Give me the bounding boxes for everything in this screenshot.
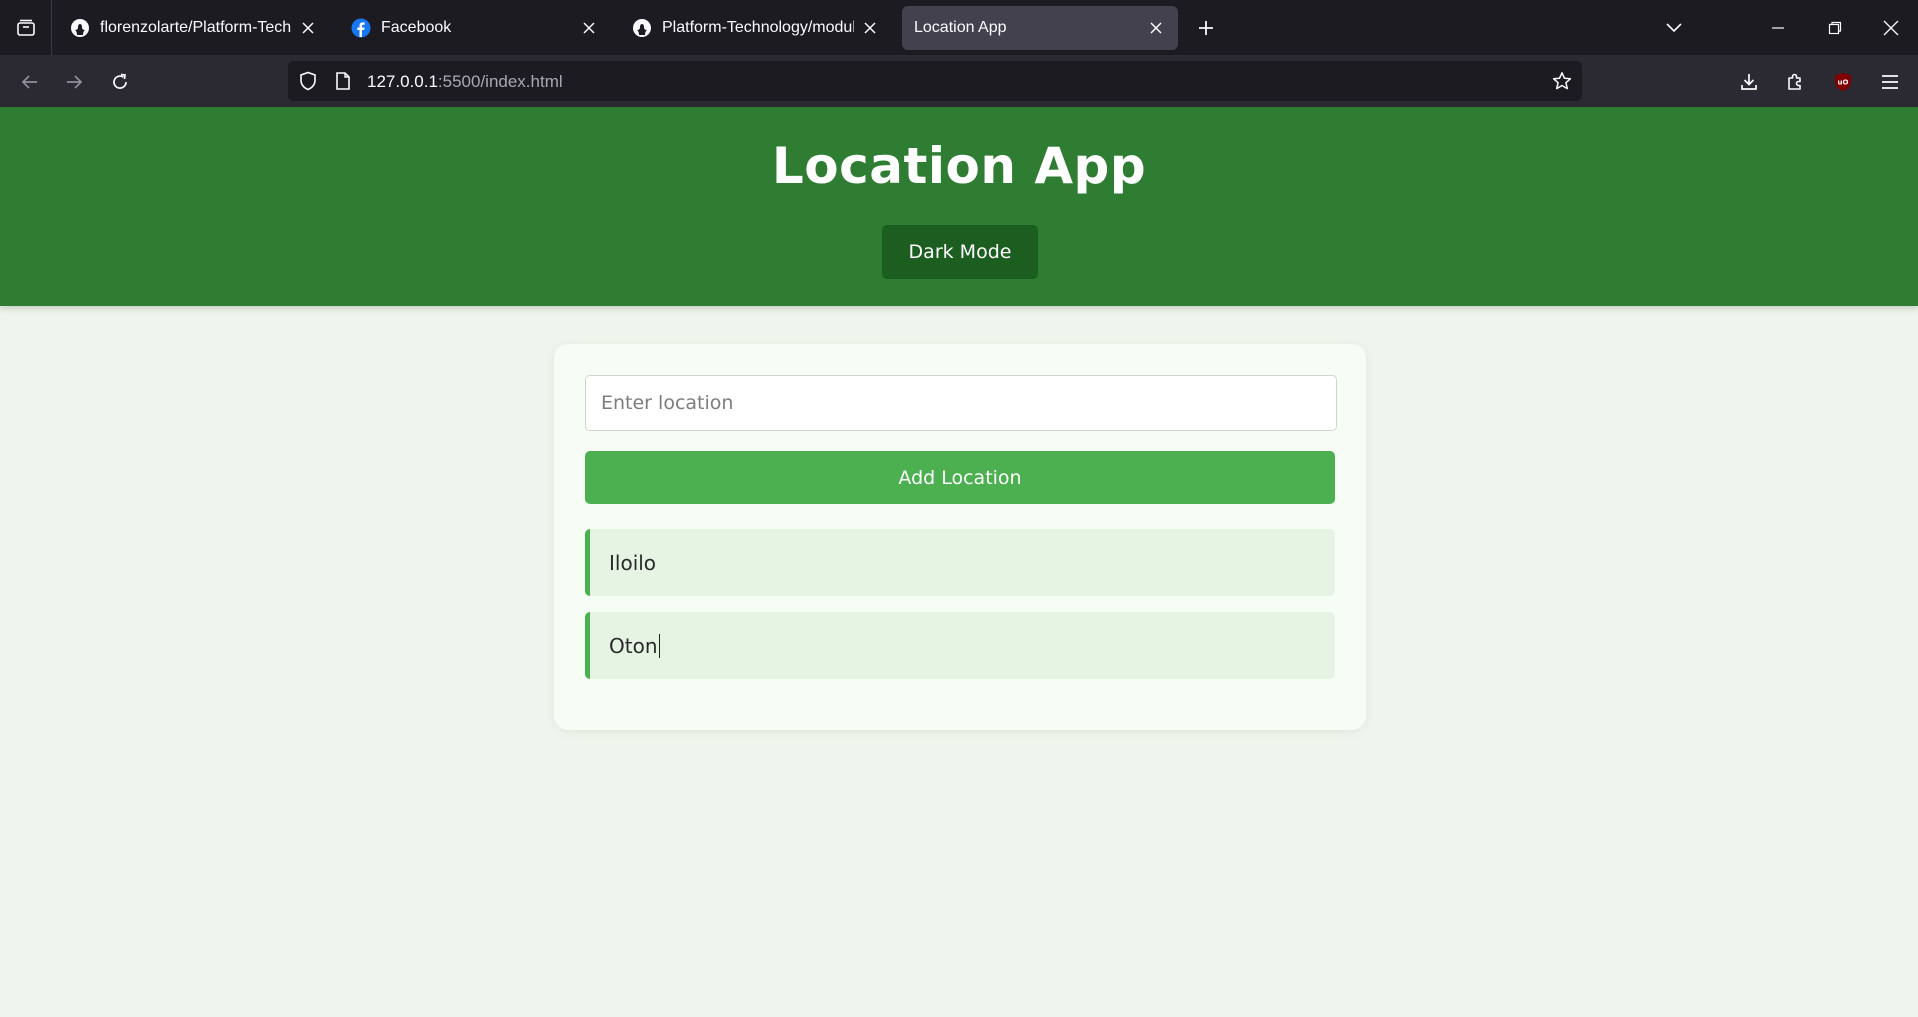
url-text[interactable]: 127.0.0.1:5500/index.html	[367, 72, 563, 92]
page-info-icon[interactable]	[333, 71, 353, 91]
close-icon[interactable]	[860, 18, 880, 38]
url-host: 127.0.0.1	[367, 72, 438, 91]
address-bar[interactable]: 127.0.0.1:5500/index.html	[288, 61, 1582, 101]
location-item-label: Oton	[609, 633, 658, 658]
location-input[interactable]	[585, 375, 1337, 431]
back-button[interactable]	[14, 66, 46, 98]
arrow-left-icon	[21, 75, 37, 89]
tab-title: Platform-Technology/module 2	[662, 19, 854, 36]
close-icon	[1883, 20, 1899, 35]
close-icon[interactable]	[298, 18, 318, 38]
svg-text:uO: uO	[1838, 79, 1849, 87]
close-window-button[interactable]	[1868, 0, 1914, 55]
page-title: Location App	[771, 137, 1147, 195]
hamburger-menu-icon	[1882, 75, 1898, 89]
close-icon[interactable]	[1146, 18, 1166, 38]
puzzle-icon	[1788, 73, 1801, 90]
tab-overview-button[interactable]	[0, 0, 52, 55]
url-path: :5500/index.html	[437, 72, 563, 91]
shield-icon[interactable]	[298, 71, 318, 91]
location-item-label: Iloilo	[609, 550, 657, 575]
reload-button[interactable]	[104, 66, 136, 98]
browser-nav-bar: 127.0.0.1:5500/index.html uO	[0, 55, 1918, 107]
restore-button[interactable]	[1812, 0, 1858, 55]
minimize-icon	[1772, 26, 1784, 29]
add-location-button[interactable]: Add Location	[585, 451, 1335, 504]
list-all-tabs-button[interactable]	[1651, 0, 1697, 55]
tab-title: Facebook	[381, 19, 452, 36]
facebook-icon	[351, 18, 371, 38]
minimize-button[interactable]	[1755, 0, 1801, 55]
page-content: Location App Dark Mode Add Location Iloi…	[0, 107, 1918, 1017]
downloads-button[interactable]	[1733, 66, 1765, 98]
extensions-button[interactable]	[1779, 66, 1811, 98]
tab-overview-icon	[16, 19, 35, 36]
location-item[interactable]: Iloilo	[585, 529, 1335, 596]
browser-tab-bar: florenzolarte/Platform-Technolo Facebook…	[0, 0, 1918, 55]
close-icon[interactable]	[579, 18, 599, 38]
reload-icon	[113, 73, 127, 89]
restore-icon	[1828, 21, 1842, 34]
ublock-shield-icon: uO	[1835, 73, 1851, 91]
tab-title: florenzolarte/Platform-Technolo	[100, 19, 292, 36]
ublock-button[interactable]: uO	[1827, 66, 1859, 98]
menu-button[interactable]	[1874, 66, 1906, 98]
tab-github-module[interactable]: Platform-Technology/module 2	[620, 6, 892, 50]
chevron-down-icon	[1666, 22, 1682, 32]
tab-title: Location App	[914, 19, 1007, 36]
tab-location-app[interactable]: Location App	[902, 6, 1178, 50]
location-card: Add Location Iloilo Oton	[554, 344, 1366, 730]
plus-icon	[1199, 21, 1213, 35]
new-tab-button[interactable]	[1190, 12, 1222, 44]
text-caret	[658, 633, 660, 658]
app-header: Location App Dark Mode	[0, 107, 1918, 306]
dark-mode-button[interactable]: Dark Mode	[882, 225, 1038, 279]
tab-github-platform[interactable]: florenzolarte/Platform-Technolo	[58, 6, 330, 50]
location-item[interactable]: Oton	[585, 612, 1335, 679]
bookmark-star-icon[interactable]	[1552, 71, 1572, 91]
github-icon	[632, 18, 652, 38]
download-icon	[1741, 74, 1757, 90]
github-icon	[70, 18, 90, 38]
tab-facebook[interactable]: Facebook	[339, 6, 611, 50]
arrow-right-icon	[67, 75, 83, 89]
forward-button[interactable]	[58, 66, 90, 98]
location-list: Iloilo Oton	[585, 529, 1335, 695]
